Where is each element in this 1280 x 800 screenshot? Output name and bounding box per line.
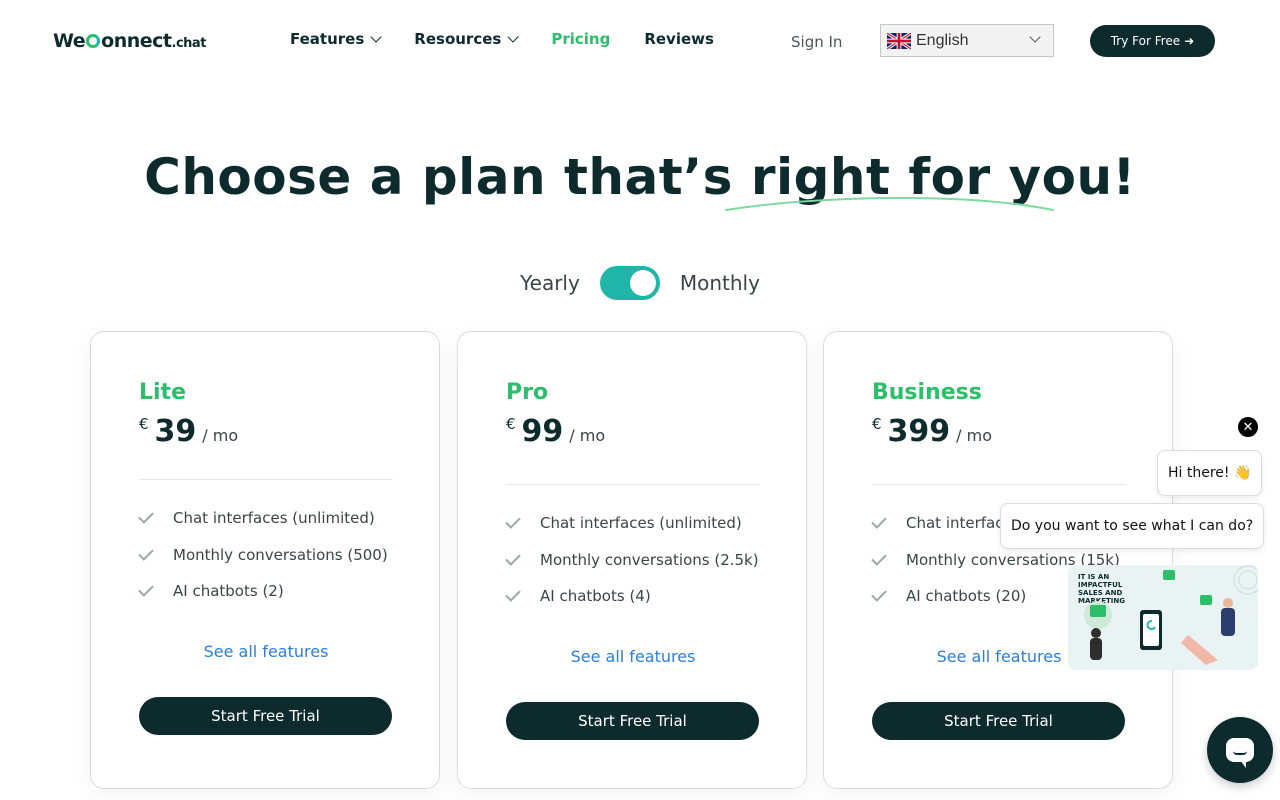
- feature-item: Chat interfaces (unlimited): [505, 513, 742, 532]
- sign-in-link[interactable]: Sign In: [791, 33, 842, 51]
- close-icon[interactable]: ✕: [1238, 417, 1258, 437]
- logo-c-icon: [86, 34, 101, 48]
- chat-bubble-icon: [1226, 738, 1254, 768]
- plan-name: Business: [872, 380, 982, 405]
- check-icon: [505, 550, 521, 566]
- price-period: / mo: [569, 426, 606, 445]
- start-free-trial-button[interactable]: Start Free Trial: [506, 702, 759, 740]
- feature-text: AI chatbots (20): [906, 587, 1027, 605]
- billing-toggle-row: Yearly Monthly: [0, 266, 1280, 300]
- feature-item: AI chatbots (2): [138, 581, 284, 600]
- plan-name: Pro: [506, 380, 549, 405]
- feature-item: Monthly conversations (500): [138, 545, 388, 564]
- nav-pricing[interactable]: Pricing: [551, 30, 610, 48]
- chevron-down-icon: [507, 31, 519, 43]
- logo[interactable]: We onnect .chat: [53, 30, 206, 52]
- feature-item: AI chatbots (20): [871, 586, 1027, 605]
- see-all-features-link[interactable]: See all features: [458, 647, 808, 666]
- plan-card-lite: Lite € 39 / mo Chat interfaces (unlimite…: [90, 331, 440, 789]
- check-icon: [138, 545, 154, 561]
- title-underline-decoration: [725, 196, 1054, 211]
- nav-pricing-label: Pricing: [551, 30, 611, 48]
- check-icon: [871, 513, 887, 529]
- chat-promo-image[interactable]: IT IS AN IMPACTFUL SALES AND MARKETING: [1068, 565, 1258, 670]
- toggle-knob: [629, 270, 656, 296]
- price-amount: 99: [521, 414, 564, 449]
- try-for-free-label: Try For Free: [1110, 34, 1181, 48]
- uk-flag-icon: [887, 32, 911, 49]
- billing-period-toggle[interactable]: [599, 266, 660, 300]
- logo-onnect: onnect: [101, 30, 172, 52]
- divider: [872, 484, 1126, 485]
- logo-we: We: [53, 30, 86, 52]
- check-icon: [871, 550, 887, 566]
- arrow-right-icon: ➜: [1184, 34, 1195, 48]
- page-title-plain: Choose a plan that’s: [144, 148, 751, 206]
- check-icon: [505, 513, 521, 529]
- price-period: / mo: [956, 426, 993, 445]
- nav-features-label: Features: [290, 30, 365, 48]
- plan-price: € 99 / mo: [506, 414, 605, 449]
- check-icon: [871, 586, 887, 602]
- feature-text: AI chatbots (4): [540, 587, 651, 605]
- language-value: English: [916, 31, 969, 49]
- price-amount: 39: [154, 414, 197, 449]
- main-nav: Features Resources Pricing Reviews: [290, 30, 714, 48]
- check-icon: [138, 508, 154, 524]
- plan-card-business: Business € 399 / mo Chat interfaces (unl…: [823, 331, 1173, 789]
- divider: [139, 479, 393, 480]
- plan-price: € 39 / mo: [139, 414, 238, 449]
- feature-text: Monthly conversations (500): [173, 546, 388, 564]
- nav-features[interactable]: Features: [290, 30, 382, 48]
- price-currency: €: [139, 415, 149, 433]
- price-amount: 399: [887, 414, 951, 449]
- start-free-trial-button[interactable]: Start Free Trial: [872, 702, 1125, 740]
- nav-reviews[interactable]: Reviews: [644, 30, 714, 48]
- feature-text: Chat interfaces (unlimited): [173, 509, 375, 527]
- divider: [506, 484, 760, 485]
- price-currency: €: [506, 415, 516, 433]
- price-period: / mo: [202, 426, 239, 445]
- try-for-free-button[interactable]: Try For Free ➜: [1090, 25, 1215, 57]
- nav-resources-label: Resources: [414, 30, 502, 48]
- chevron-down-icon: [370, 31, 382, 43]
- logo-chat: .chat: [171, 36, 207, 51]
- promo-illustration: [1084, 565, 1258, 665]
- chat-greeting-bubble[interactable]: Hi there! 👋: [1157, 450, 1263, 496]
- start-free-trial-button[interactable]: Start Free Trial: [139, 697, 392, 735]
- feature-text: Chat interfaces (unlimited): [540, 514, 742, 532]
- chat-launcher-button[interactable]: [1207, 717, 1273, 783]
- feature-text: Monthly conversations (2.5k): [540, 551, 759, 569]
- site-header: We onnect .chat Features Resources Prici…: [0, 0, 1280, 82]
- yearly-label[interactable]: Yearly: [520, 271, 580, 295]
- page-title: Choose a plan that’s right for you!: [0, 148, 1280, 206]
- check-icon: [505, 586, 521, 602]
- chevron-down-icon: [1029, 31, 1041, 43]
- nav-resources[interactable]: Resources: [414, 30, 519, 48]
- see-all-features-link[interactable]: See all features: [91, 642, 441, 661]
- plan-name: Lite: [139, 380, 186, 405]
- chat-question-bubble[interactable]: Do you want to see what I can do?: [1000, 503, 1265, 549]
- monthly-label[interactable]: Monthly: [680, 271, 760, 295]
- price-currency: €: [872, 415, 882, 433]
- plan-price: € 399 / mo: [872, 414, 992, 449]
- plan-card-pro: Pro € 99 / mo Chat interfaces (unlimited…: [457, 331, 807, 789]
- feature-item: Chat interfaces (unlimited): [138, 508, 375, 527]
- language-select[interactable]: English: [880, 24, 1054, 57]
- feature-item: AI chatbots (4): [505, 586, 651, 605]
- check-icon: [138, 581, 154, 597]
- feature-text: AI chatbots (2): [173, 582, 284, 600]
- nav-reviews-label: Reviews: [644, 30, 714, 48]
- feature-item: Monthly conversations (2.5k): [505, 550, 759, 569]
